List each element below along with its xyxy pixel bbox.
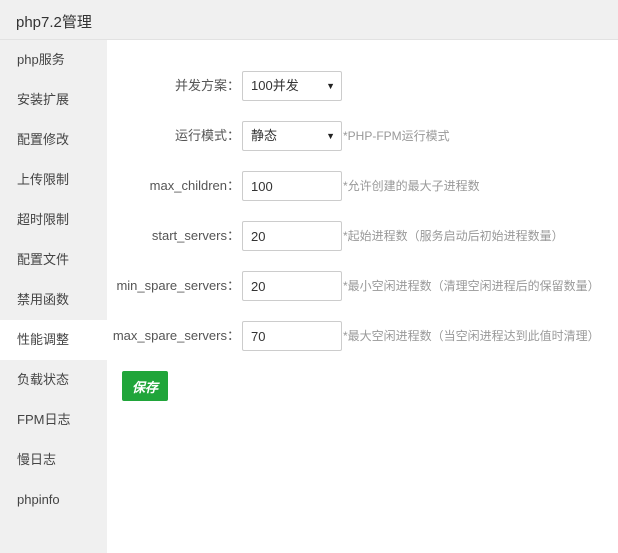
min-spare-servers-hint: *最小空闲进程数（清理空闲进程后的保留数量） [343, 279, 600, 293]
sidebar-item-php-service[interactable]: php服务 [0, 40, 107, 80]
performance-panel: 并发方案： 100并发 ▼ 运行模式： 静态 ▼ *PHP-FPM运行模式 ma… [107, 40, 618, 553]
max-children-input[interactable] [242, 171, 342, 201]
min-spare-servers-input[interactable] [242, 271, 342, 301]
max-children-hint: *允许创建的最大子进程数 [343, 179, 480, 193]
start-servers-label: start_servers： [151, 228, 240, 243]
dropdown-arrow-icon: ▼ [326, 81, 335, 91]
start-servers-input[interactable] [242, 221, 342, 251]
sidebar-item-slow-log[interactable]: 慢日志 [0, 440, 107, 480]
title-bar: php7.2管理 [0, 0, 618, 40]
concurrency-label: 并发方案： [174, 78, 240, 93]
max-spare-servers-row: max_spare_servers： *最大空闲进程数（当空闲进程达到此值时清理… [107, 321, 618, 351]
sidebar-item-performance[interactable]: 性能调整 [0, 320, 107, 360]
sidebar-item-config-file[interactable]: 配置文件 [0, 240, 107, 280]
start-servers-row: start_servers： *起始进程数（服务启动后初始进程数量） [107, 221, 618, 251]
mode-select[interactable]: 静态 ▼ [242, 121, 342, 151]
mode-value: 静态 [251, 128, 278, 143]
max-spare-servers-hint: *最大空闲进程数（当空闲进程达到此值时清理） [343, 329, 600, 343]
mode-label: 运行模式： [174, 128, 240, 143]
sidebar: php服务 安装扩展 配置修改 上传限制 超时限制 配置文件 禁用函数 性能调整… [0, 40, 107, 553]
sidebar-item-phpinfo[interactable]: phpinfo [0, 480, 107, 520]
sidebar-item-fpm-log[interactable]: FPM日志 [0, 400, 107, 440]
max-spare-servers-input[interactable] [242, 321, 342, 351]
concurrency-row: 并发方案： 100并发 ▼ [107, 71, 618, 101]
sidebar-item-timeout-limit[interactable]: 超时限制 [0, 200, 107, 240]
max-spare-servers-label: max_spare_servers： [112, 328, 240, 343]
mode-row: 运行模式： 静态 ▼ *PHP-FPM运行模式 [107, 121, 618, 151]
min-spare-servers-label: min_spare_servers： [116, 278, 240, 293]
window-title: php7.2管理 [16, 14, 92, 31]
sidebar-item-config-edit[interactable]: 配置修改 [0, 120, 107, 160]
start-servers-hint: *起始进程数（服务启动后初始进程数量） [343, 229, 564, 243]
max-children-label: max_children： [149, 178, 240, 193]
max-children-row: max_children： *允许创建的最大子进程数 [107, 171, 618, 201]
sidebar-item-upload-limit[interactable]: 上传限制 [0, 160, 107, 200]
concurrency-value: 100并发 [251, 78, 299, 93]
mode-hint: *PHP-FPM运行模式 [343, 129, 450, 143]
sidebar-item-disabled-functions[interactable]: 禁用函数 [0, 280, 107, 320]
min-spare-servers-row: min_spare_servers： *最小空闲进程数（清理空闲进程后的保留数量… [107, 271, 618, 301]
sidebar-item-load-status[interactable]: 负载状态 [0, 360, 107, 400]
sidebar-item-install-extensions[interactable]: 安装扩展 [0, 80, 107, 120]
dropdown-arrow-icon: ▼ [326, 131, 335, 141]
concurrency-select[interactable]: 100并发 ▼ [242, 71, 342, 101]
save-button[interactable]: 保存 [122, 371, 168, 401]
